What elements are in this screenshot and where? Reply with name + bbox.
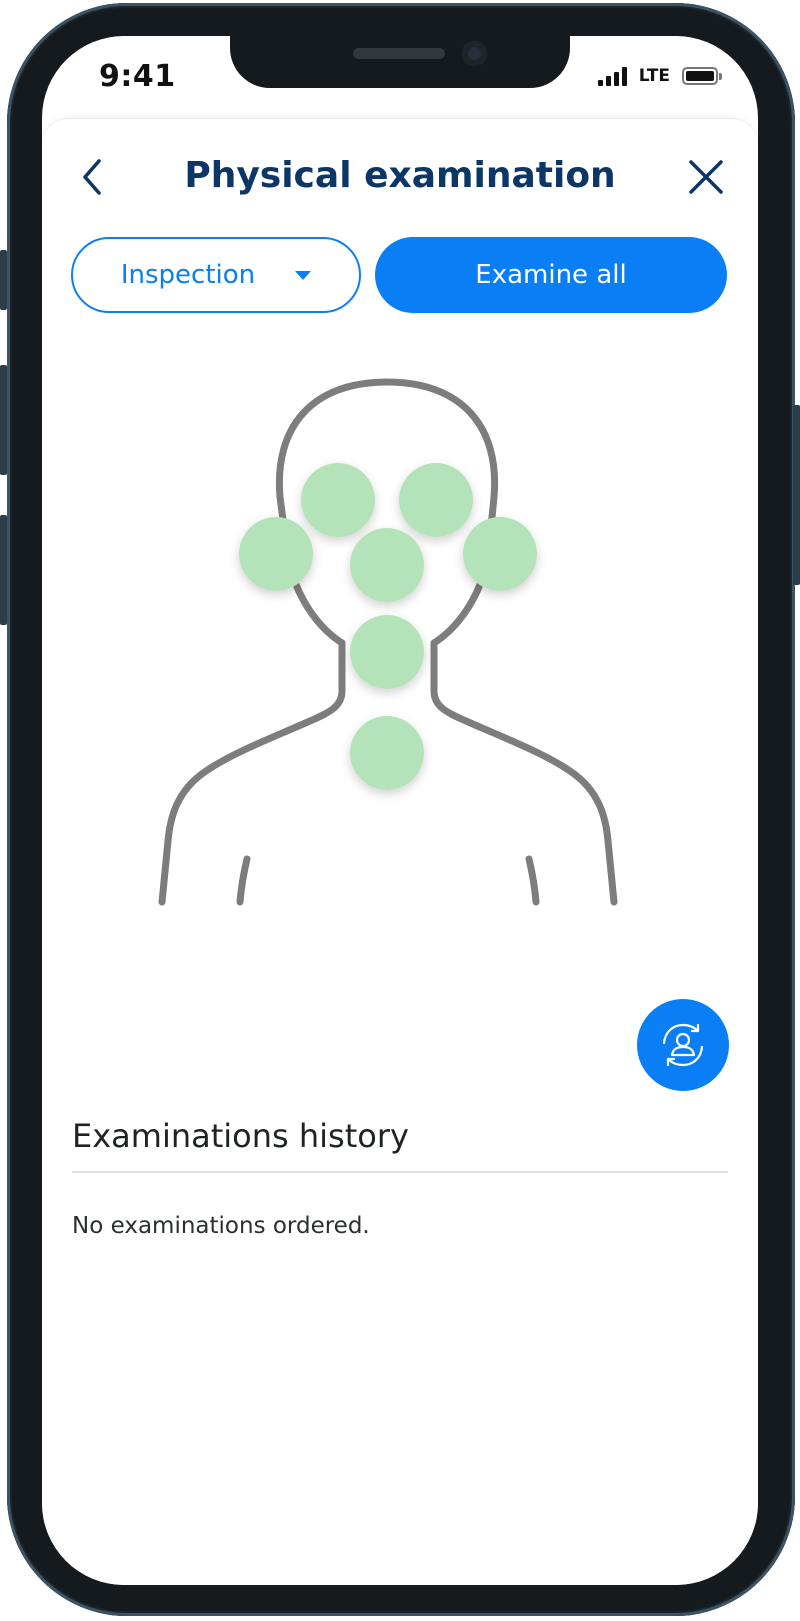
exam-sheet: Physical examination Inspection Examine … — [42, 118, 758, 1585]
hotspot-right-eye[interactable] — [399, 463, 473, 537]
hotspot-neck[interactable] — [350, 615, 424, 689]
hotspot-nose[interactable] — [350, 528, 424, 602]
phone-screen: 9:41 LTE Physical examination Inspection… — [42, 36, 758, 1585]
left-shoulder-outline — [158, 639, 346, 906]
notch — [230, 36, 570, 88]
hotspot-left-ear[interactable] — [239, 517, 313, 591]
header: Physical examination — [42, 147, 758, 207]
signal-icon — [597, 66, 627, 86]
battery-icon — [682, 67, 722, 85]
close-icon — [689, 160, 723, 194]
close-button[interactable] — [684, 155, 728, 199]
phone-side-button — [793, 405, 800, 585]
phone-side-button — [0, 365, 7, 475]
camera — [462, 41, 487, 66]
caret-down-icon — [295, 270, 312, 280]
history-empty-message: No examinations ordered. — [72, 1213, 370, 1239]
hotspot-left-eye[interactable] — [301, 463, 375, 537]
right-shoulder-outline — [430, 639, 618, 906]
status-indicators: LTE — [597, 66, 722, 86]
examine-all-button[interactable]: Examine all — [375, 237, 727, 313]
history-title: Examinations history — [72, 1117, 728, 1173]
phone-side-button — [0, 515, 7, 625]
rotate-person-icon — [662, 1023, 704, 1067]
exam-mode-value: Inspection — [120, 260, 256, 290]
rotate-view-button[interactable] — [637, 999, 729, 1091]
body-map — [158, 378, 618, 906]
hotspot-right-ear[interactable] — [463, 517, 537, 591]
left-arm-line — [236, 855, 251, 906]
status-time: 9:41 — [99, 59, 176, 94]
speaker — [353, 48, 445, 59]
network-label: LTE — [638, 66, 670, 86]
page-title: Physical examination — [184, 155, 616, 196]
examinations-history: Examinations history No examinations ord… — [72, 1117, 728, 1239]
right-arm-line — [525, 855, 540, 906]
phone-side-button — [0, 250, 7, 310]
hotspot-chest[interactable] — [350, 716, 424, 790]
action-buttons: Inspection Examine all — [71, 237, 727, 313]
exam-mode-dropdown[interactable]: Inspection — [71, 237, 361, 313]
